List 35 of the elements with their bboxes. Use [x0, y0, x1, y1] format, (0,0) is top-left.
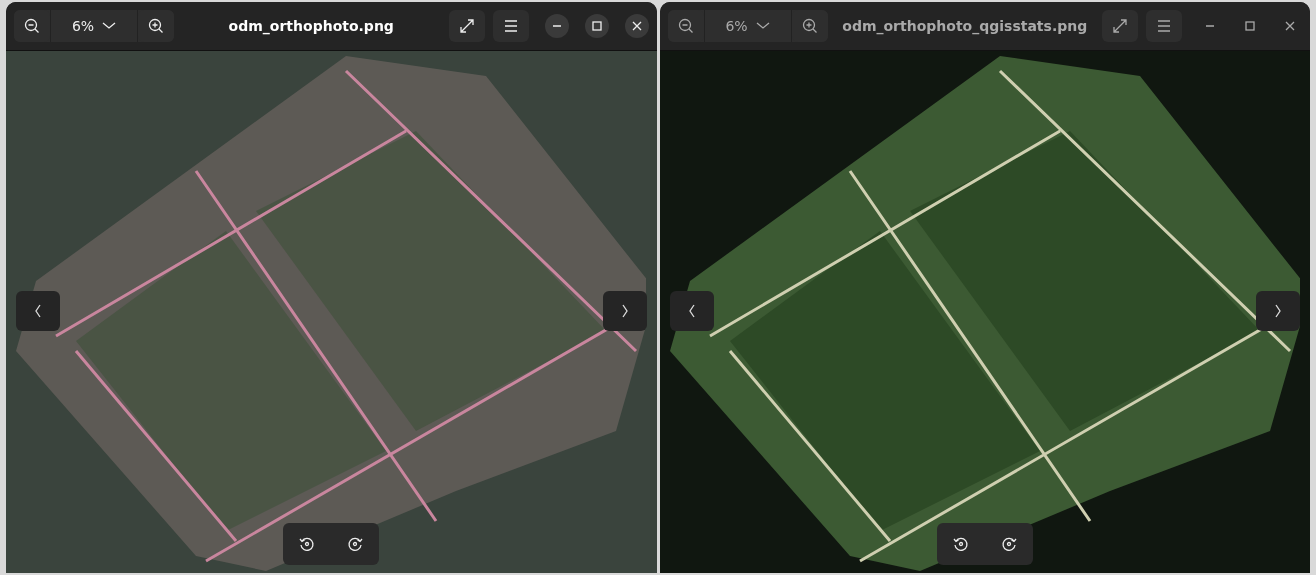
- close-icon: [631, 21, 642, 31]
- caret-icon: [755, 22, 770, 30]
- zoom-in-icon: [148, 18, 164, 34]
- zoom-in-icon: [801, 18, 818, 34]
- minimize-icon: [1205, 25, 1215, 27]
- menu-icon: [503, 20, 518, 32]
- menu-icon: [1157, 20, 1171, 32]
- maximize-icon: [591, 21, 602, 31]
- zoom-level-dropdown[interactable]: 6%: [50, 10, 138, 42]
- close-icon: [1285, 21, 1295, 31]
- rotate-right-icon: [1000, 536, 1017, 552]
- rotate-right-icon: [347, 536, 364, 552]
- chevron-right-icon: [1274, 304, 1282, 318]
- maximize-icon: [1245, 21, 1255, 31]
- window-title: odm_orthophoto_qgisstats.png: [841, 18, 1089, 34]
- zoom-out-icon: [24, 18, 40, 34]
- close-button[interactable]: [624, 14, 649, 38]
- fullscreen-button[interactable]: [1102, 10, 1138, 42]
- fullscreen-button[interactable]: [448, 10, 485, 42]
- zoom-level-dropdown[interactable]: 6%: [703, 10, 792, 42]
- expand-icon: [458, 18, 475, 34]
- expand-icon: [1112, 18, 1128, 34]
- minimize-icon: [551, 25, 562, 27]
- zoom-out-icon: [677, 18, 694, 34]
- rotate-left-icon: [952, 536, 969, 552]
- menu-button[interactable]: [1146, 10, 1182, 42]
- menu-button[interactable]: [492, 10, 529, 42]
- rotate-left-icon: [299, 536, 316, 552]
- minimize-button[interactable]: [544, 14, 569, 38]
- chevron-right-icon: [620, 304, 629, 318]
- maximize-button[interactable]: [584, 14, 609, 38]
- caret-icon: [102, 22, 117, 30]
- window-title: odm_orthophoto.png: [227, 18, 395, 34]
- chevron-left-icon: [34, 304, 42, 318]
- chevron-left-icon: [687, 304, 696, 318]
